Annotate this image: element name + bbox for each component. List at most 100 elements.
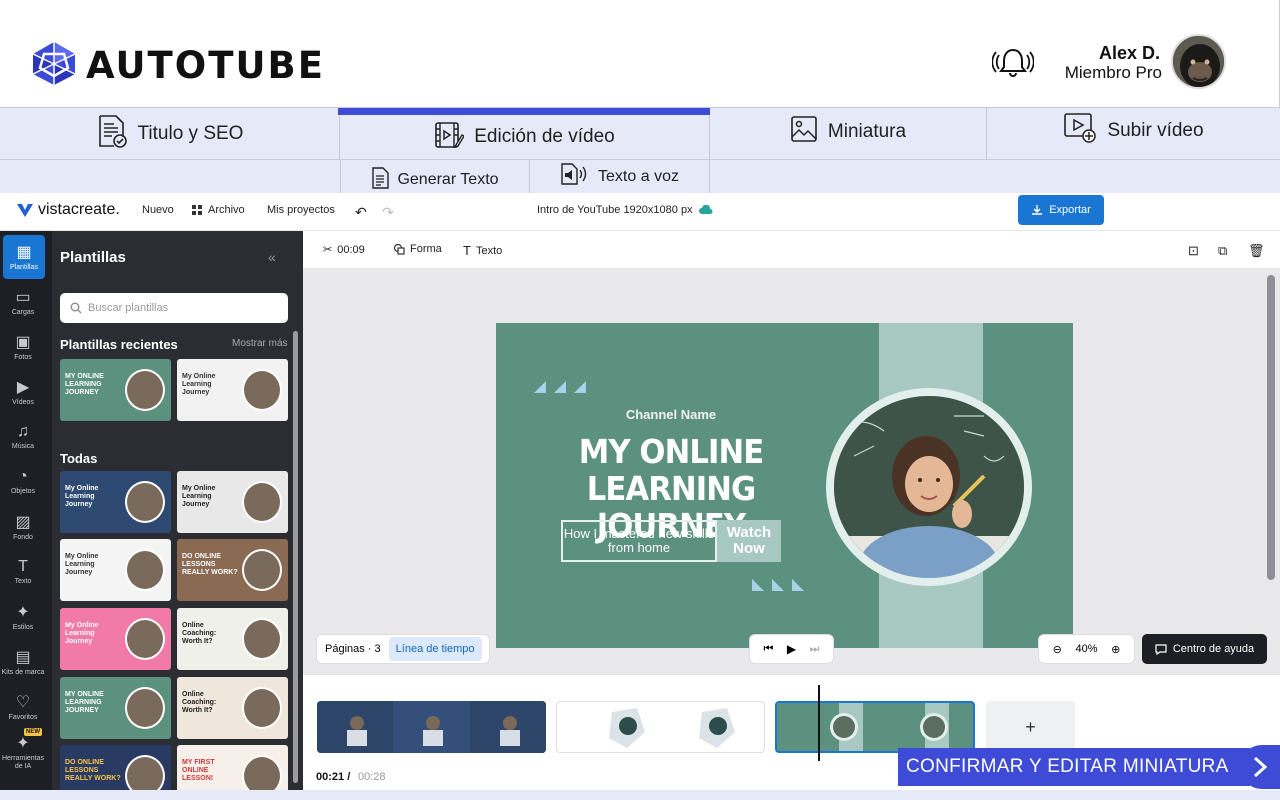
user-avatar[interactable] (1171, 34, 1226, 89)
triangles-decoration-bottom (752, 579, 804, 591)
template-thumbnail-text: MY FIRST ONLINE LESSON! (182, 759, 215, 782)
timeline-clip-2[interactable] (556, 701, 765, 753)
timeline-playhead[interactable] (818, 685, 820, 761)
template-thumbnail[interactable]: DO ONLINE LESSONS REALLY WORK? (60, 745, 171, 790)
panel-scrollbar[interactable] (293, 331, 298, 783)
new-menu[interactable]: Nuevo (142, 204, 174, 216)
rail-item-icon: ▤ (15, 649, 31, 666)
text-button[interactable]: T Texto (463, 243, 502, 258)
template-thumbnail[interactable]: MY ONLINE LEARNING JOURNEY (60, 359, 171, 421)
template-thumbnail-photo (125, 481, 165, 523)
cloud-saved-icon (698, 205, 713, 214)
template-thumbnail[interactable]: Online Coaching: Worth It? (177, 608, 288, 670)
template-thumbnail-text: My Online Learning Journey (65, 485, 99, 508)
tab-edicion-video[interactable]: Edición de vídeo (340, 108, 710, 160)
stage-scrollbar[interactable] (1267, 275, 1275, 580)
rail-item-10[interactable]: ♡ Favoritos (0, 685, 46, 729)
rail-item-3[interactable]: ▶ Vídeos (0, 370, 46, 414)
grid-icon (192, 204, 202, 215)
play-icon[interactable]: ▶ (787, 642, 796, 656)
show-more-link[interactable]: Mostrar más (232, 338, 288, 349)
rail-item-8[interactable]: ✦ Estilos (0, 595, 46, 639)
collapse-panel-icon[interactable]: « (268, 249, 276, 265)
rail-item-label: Vídeos (12, 399, 34, 406)
subtab-label: Generar Texto (397, 171, 499, 188)
projects-menu[interactable]: Mis proyectos (267, 204, 335, 216)
search-placeholder: Buscar plantillas (88, 302, 169, 314)
tab-miniatura[interactable]: Miniatura (710, 108, 987, 160)
rail-item-1[interactable]: ▭ Cargas (0, 280, 46, 324)
trim-duration-button[interactable]: ✂ 00:09 (323, 243, 365, 257)
user-role: Miembro Pro (1064, 63, 1162, 82)
help-center-button[interactable]: Centro de ayuda (1142, 634, 1267, 664)
template-thumbnail-text: MY ONLINE LEARNING JOURNEY (65, 373, 104, 396)
triangles-decoration-top (534, 381, 586, 393)
notification-bell-icon[interactable] (991, 45, 1035, 79)
timeline-toggle[interactable]: Línea de tiempo (388, 637, 482, 661)
template-thumbnail-text: My Online Learning Journey (182, 485, 216, 508)
subtab-generar-texto[interactable]: Generar Texto (340, 160, 530, 193)
all-templates-heading: Todas (60, 451, 98, 466)
rail-item-icon: ▶ (16, 379, 30, 396)
current-time-value: 00:21 (316, 771, 345, 783)
skip-back-icon[interactable]: ⏮ (763, 643, 773, 656)
rail-item-icon: ▣ (15, 334, 31, 351)
document-title[interactable]: Intro de YouTube 1920x1080 px (537, 204, 713, 216)
add-clip-button[interactable]: + (986, 701, 1075, 753)
template-thumbnail-text: DO ONLINE LESSONS REALLY WORK? (65, 759, 121, 782)
template-thumbnail[interactable]: MY FIRST ONLINE LESSON! (177, 745, 288, 790)
rail-item-label: Herramientas de IA (1, 755, 44, 770)
template-thumbnail[interactable]: My Online Learning Journey (60, 471, 171, 533)
template-thumbnail[interactable]: My Online Learning Journey (60, 539, 171, 601)
undo-icon[interactable]: ↶ (355, 204, 367, 221)
template-thumbnail[interactable]: MY ONLINE LEARNING JOURNEY (60, 677, 171, 739)
file-menu[interactable]: Archivo (192, 204, 245, 216)
export-label: Exportar (1049, 204, 1091, 216)
rail-item-6[interactable]: ▨ Fondo (0, 505, 46, 549)
pages-count[interactable]: Páginas · 3 (325, 643, 381, 655)
redo-icon[interactable]: ↷ (382, 204, 394, 221)
template-thumbnail-photo (242, 755, 282, 790)
rail-item-9[interactable]: ▤ Kits de marca (0, 640, 46, 684)
chevron-right-icon[interactable] (1240, 745, 1280, 789)
rail-item-2[interactable]: ▣ Fotos (0, 325, 46, 369)
zoom-level: 40% (1075, 643, 1098, 655)
file-menu-label: Archivo (208, 204, 245, 216)
design-channel-name: Channel Name (625, 407, 717, 422)
zoom-in-icon[interactable]: ⊕ (1111, 643, 1120, 656)
template-thumbnail[interactable]: My Online Learning Journey (177, 359, 288, 421)
rail-item-4[interactable]: ♫ Música (0, 415, 46, 459)
active-tab-indicator (338, 108, 710, 115)
rail-item-7[interactable]: T Texto (0, 550, 46, 594)
shape-button[interactable]: Forma (393, 243, 442, 255)
confirm-edit-thumbnail-button[interactable]: CONFIRMAR Y EDITAR MINIATURA (898, 748, 1250, 786)
template-thumbnail[interactable]: Online Coaching: Worth It? (177, 677, 288, 739)
duplicate-icon[interactable]: ⧉ (1218, 243, 1227, 259)
subtab-texto-voz[interactable]: Texto a voz (530, 160, 710, 193)
timeline-clip-3[interactable] (775, 701, 975, 753)
template-thumbnail[interactable]: My Online Learning Journey (60, 608, 171, 670)
template-search-input[interactable]: Buscar plantillas (60, 293, 288, 323)
speaker-document-icon (560, 163, 590, 190)
main-tabs: Titulo y SEO Edición de vídeo Miniatura … (0, 108, 1280, 160)
tab-subir-video[interactable]: Subir vídeo (987, 108, 1280, 160)
skip-forward-icon[interactable]: ⏭ (810, 643, 820, 656)
add-page-icon[interactable]: ⊡ (1188, 243, 1199, 259)
delete-icon[interactable]: 🗑 (1248, 243, 1265, 259)
zoom-control: ⊖ 40% ⊕ (1038, 634, 1135, 664)
image-icon (790, 115, 818, 149)
rail-item-5[interactable]: ◔ Objetos (0, 460, 46, 504)
rail-item-label: Favoritos (8, 714, 38, 721)
rail-item-icon: ▭ (15, 289, 31, 306)
tab-titulo-seo[interactable]: Titulo y SEO (0, 108, 340, 160)
template-thumbnail[interactable]: DO ONLINE LESSONS REALLY WORK? (177, 539, 288, 601)
timeline-clip-1[interactable] (317, 701, 546, 753)
export-button[interactable]: Exportar (1018, 195, 1104, 225)
template-thumbnail[interactable]: My Online Learning Journey (177, 471, 288, 533)
design-canvas[interactable]: Channel Name MY ONLINE LEARNING JOURNEY … (496, 323, 1073, 648)
subtab-label: Texto a voz (598, 167, 679, 185)
rail-item-0[interactable]: ▦ Plantillas (3, 235, 45, 279)
zoom-out-icon[interactable]: ⊖ (1053, 643, 1062, 656)
vistacreate-logo[interactable]: vistacreate. (16, 201, 120, 219)
rail-item-11[interactable]: ✦ Herramientas de IA NEW (0, 728, 46, 774)
